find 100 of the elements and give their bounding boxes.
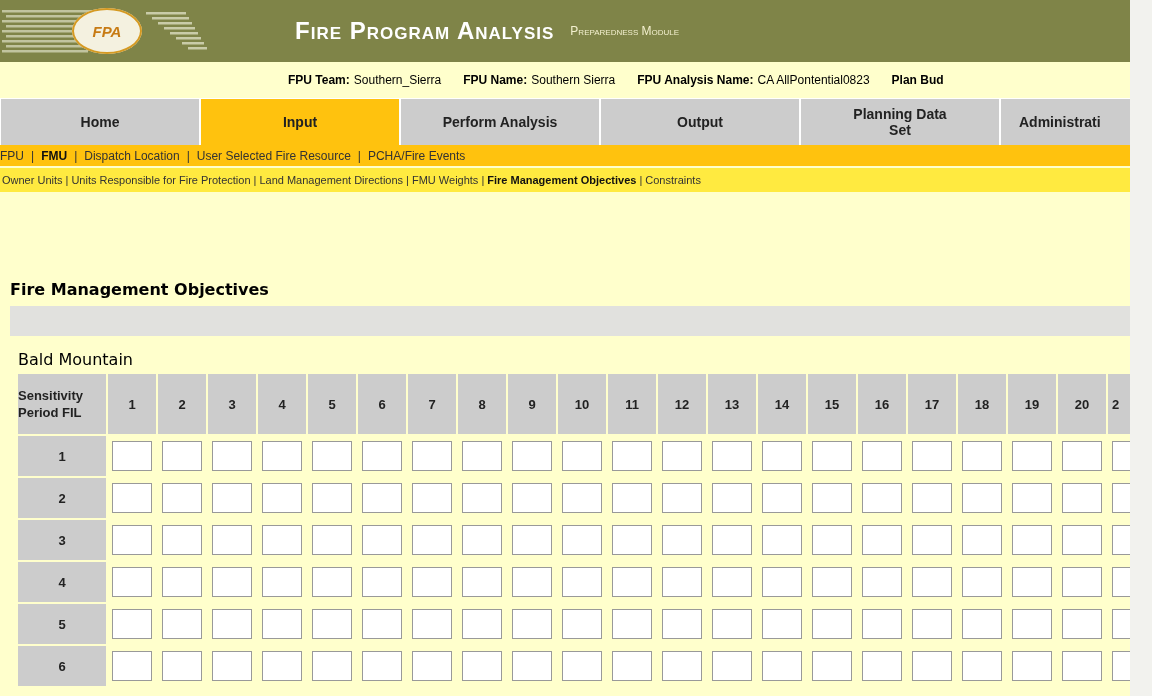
input-field[interactable] bbox=[212, 483, 252, 513]
input-field[interactable] bbox=[562, 651, 602, 681]
input-field[interactable] bbox=[212, 441, 252, 471]
input-field[interactable] bbox=[962, 609, 1002, 639]
input-field[interactable] bbox=[212, 567, 252, 597]
input-field[interactable] bbox=[662, 567, 702, 597]
input-field[interactable] bbox=[462, 567, 502, 597]
input-field[interactable] bbox=[1012, 567, 1052, 597]
input-field[interactable] bbox=[512, 483, 552, 513]
input-field[interactable] bbox=[712, 609, 752, 639]
input-field[interactable] bbox=[412, 651, 452, 681]
input-field[interactable] bbox=[712, 651, 752, 681]
input-field[interactable] bbox=[362, 483, 402, 513]
input-field[interactable] bbox=[562, 483, 602, 513]
nav-link[interactable]: Constraints bbox=[645, 174, 701, 186]
nav-link[interactable]: Owner Units bbox=[2, 174, 63, 186]
input-field[interactable] bbox=[962, 441, 1002, 471]
input-field[interactable] bbox=[462, 651, 502, 681]
input-field[interactable] bbox=[112, 483, 152, 513]
input-field[interactable] bbox=[362, 651, 402, 681]
input-field[interactable] bbox=[612, 651, 652, 681]
input-field[interactable] bbox=[862, 567, 902, 597]
nav-link[interactable]: Land Management Directions bbox=[259, 174, 404, 186]
nav-link[interactable]: FPU bbox=[0, 148, 24, 163]
nav-link[interactable]: Fire Management Objectives bbox=[487, 174, 637, 186]
input-field[interactable] bbox=[662, 441, 702, 471]
input-field[interactable] bbox=[912, 525, 952, 555]
input-field[interactable] bbox=[1062, 483, 1102, 513]
input-field[interactable] bbox=[162, 651, 202, 681]
input-field[interactable] bbox=[1012, 609, 1052, 639]
input-field[interactable] bbox=[412, 567, 452, 597]
input-field[interactable] bbox=[112, 651, 152, 681]
nav-link[interactable]: FMU Weights bbox=[411, 174, 479, 186]
input-field[interactable] bbox=[262, 525, 302, 555]
input-field[interactable] bbox=[862, 651, 902, 681]
nav-tab[interactable]: Home bbox=[0, 98, 200, 145]
input-field[interactable] bbox=[962, 651, 1002, 681]
nav-tab[interactable]: Output bbox=[600, 98, 800, 145]
input-field[interactable] bbox=[512, 525, 552, 555]
nav-link[interactable]: FMU bbox=[41, 148, 68, 163]
input-field[interactable] bbox=[262, 441, 302, 471]
input-field[interactable] bbox=[912, 441, 952, 471]
input-field[interactable] bbox=[1062, 567, 1102, 597]
input-field[interactable] bbox=[1012, 651, 1052, 681]
input-field[interactable] bbox=[462, 441, 502, 471]
nav-tab[interactable]: Planning Data Set bbox=[800, 98, 1000, 145]
input-field[interactable] bbox=[362, 567, 402, 597]
input-field[interactable] bbox=[662, 609, 702, 639]
input-field[interactable] bbox=[812, 483, 852, 513]
input-field[interactable] bbox=[462, 609, 502, 639]
nav-tab[interactable]: Administrati bbox=[1000, 98, 1130, 145]
input-field[interactable] bbox=[562, 441, 602, 471]
input-field[interactable] bbox=[862, 483, 902, 513]
input-field[interactable] bbox=[762, 441, 802, 471]
input-field[interactable] bbox=[612, 567, 652, 597]
input-field[interactable] bbox=[912, 567, 952, 597]
input-field[interactable] bbox=[112, 609, 152, 639]
input-field[interactable] bbox=[512, 651, 552, 681]
input-field[interactable] bbox=[812, 609, 852, 639]
input-field[interactable] bbox=[712, 483, 752, 513]
input-field[interactable] bbox=[612, 483, 652, 513]
input-field[interactable] bbox=[512, 609, 552, 639]
input-field[interactable] bbox=[262, 651, 302, 681]
input-field[interactable] bbox=[712, 525, 752, 555]
input-field[interactable] bbox=[1062, 525, 1102, 555]
input-field[interactable] bbox=[562, 567, 602, 597]
input-field[interactable] bbox=[312, 651, 352, 681]
input-field[interactable] bbox=[562, 609, 602, 639]
input-field[interactable] bbox=[212, 609, 252, 639]
input-field[interactable] bbox=[812, 567, 852, 597]
input-field[interactable] bbox=[912, 651, 952, 681]
input-field[interactable] bbox=[812, 525, 852, 555]
input-field[interactable] bbox=[912, 483, 952, 513]
nav-link[interactable]: PCHA/Fire Events bbox=[367, 148, 466, 163]
input-field[interactable] bbox=[312, 609, 352, 639]
input-field[interactable] bbox=[612, 441, 652, 471]
input-field[interactable] bbox=[762, 567, 802, 597]
input-field[interactable] bbox=[512, 441, 552, 471]
input-field[interactable] bbox=[1012, 483, 1052, 513]
input-field[interactable] bbox=[762, 609, 802, 639]
input-field[interactable] bbox=[362, 525, 402, 555]
input-field[interactable] bbox=[462, 483, 502, 513]
input-field[interactable] bbox=[562, 525, 602, 555]
nav-link[interactable]: Dispatch Location bbox=[84, 148, 180, 163]
input-field[interactable] bbox=[862, 609, 902, 639]
input-field[interactable] bbox=[612, 525, 652, 555]
input-field[interactable] bbox=[462, 525, 502, 555]
nav-link[interactable]: User Selected Fire Resource bbox=[196, 148, 351, 163]
input-field[interactable] bbox=[962, 567, 1002, 597]
input-field[interactable] bbox=[762, 483, 802, 513]
input-field[interactable] bbox=[112, 525, 152, 555]
input-field[interactable] bbox=[812, 441, 852, 471]
input-field[interactable] bbox=[662, 483, 702, 513]
input-field[interactable] bbox=[1012, 525, 1052, 555]
nav-tab[interactable]: Perform Analysis bbox=[400, 98, 600, 145]
input-field[interactable] bbox=[312, 483, 352, 513]
input-field[interactable] bbox=[262, 567, 302, 597]
input-field[interactable] bbox=[712, 567, 752, 597]
input-field[interactable] bbox=[962, 483, 1002, 513]
input-field[interactable] bbox=[212, 525, 252, 555]
